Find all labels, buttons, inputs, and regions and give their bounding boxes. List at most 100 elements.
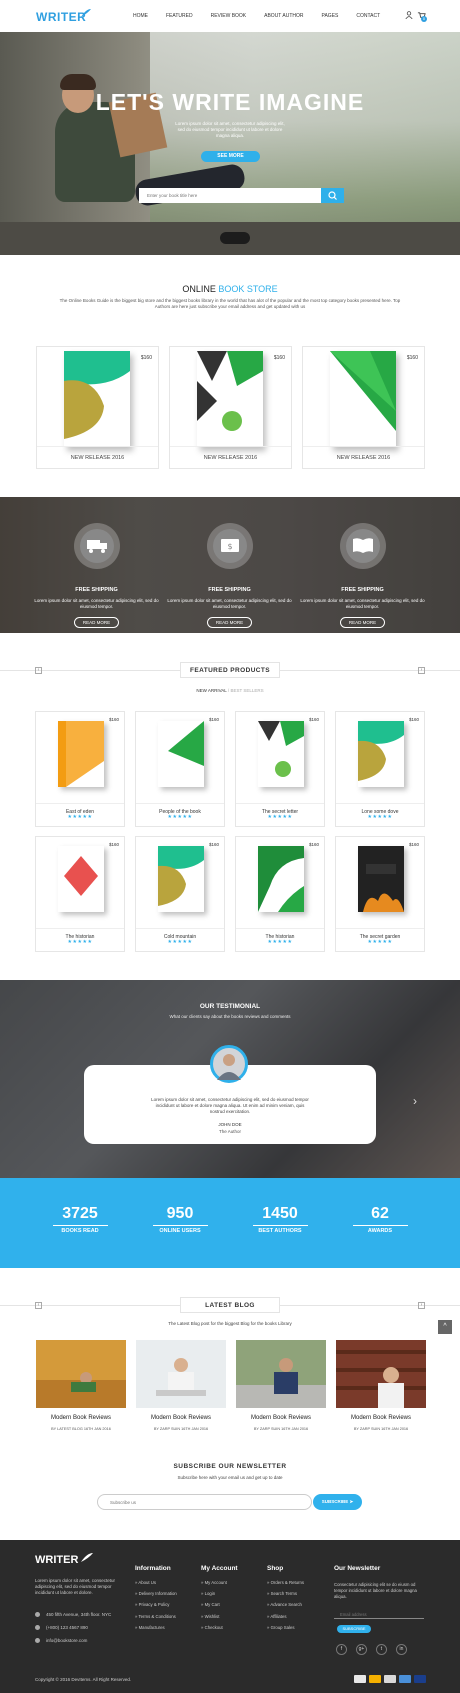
search-button[interactable] xyxy=(321,188,344,203)
product-card[interactable]: $160 The secret letter ★★★★★ xyxy=(235,711,325,827)
book-cover xyxy=(258,721,304,787)
footer-link[interactable]: » Orders & Returns xyxy=(267,1580,304,1585)
online-store-description: The Online Books Guide is the biggest bi… xyxy=(59,298,401,309)
read-more-button[interactable]: READ MORE xyxy=(73,617,120,628)
footer-link[interactable]: » Login xyxy=(201,1591,238,1596)
rating-stars: ★★★★★ xyxy=(67,814,93,820)
book-cover xyxy=(358,846,404,912)
linkedin-icon[interactable]: in xyxy=(396,1644,407,1655)
stat-item: 3725 BOOKS READ xyxy=(40,1205,120,1234)
blog-image xyxy=(236,1340,326,1408)
footer-link[interactable]: » My Cart xyxy=(201,1602,238,1607)
blog-title[interactable]: Modern Book Reviews xyxy=(136,1415,226,1421)
price: $160 xyxy=(408,717,419,722)
footer-link[interactable]: » Group Sales xyxy=(267,1625,304,1630)
footer-email: info@bookstore.com xyxy=(35,1638,87,1644)
next-arrow-icon[interactable]: › xyxy=(418,667,425,674)
product-card[interactable]: $160 Lone some dove ★★★★★ xyxy=(335,711,425,827)
footer-link[interactable]: » Privacy & Policy xyxy=(135,1602,177,1607)
product-card[interactable]: $160 East of eden ★★★★★ xyxy=(35,711,125,827)
footer-link[interactable]: » Checkout xyxy=(201,1625,238,1630)
tab-separator: / xyxy=(227,688,230,693)
product-card[interactable]: $160 The secret garden ★★★★★ xyxy=(335,836,425,952)
footer-link[interactable]: » Manufactures xyxy=(135,1625,177,1630)
user-icon[interactable] xyxy=(405,11,413,19)
stat-label: BEST AUTHORS xyxy=(258,1228,302,1234)
next-testimonial-icon[interactable]: › xyxy=(413,1094,417,1108)
site-logo[interactable]: WRITER xyxy=(36,10,86,24)
nav-featured[interactable]: FEATURED xyxy=(166,13,193,19)
blog-post[interactable]: Modern Book Reviews BY ZARP SUIN 16TH JA… xyxy=(336,1340,426,1431)
testimonial-subtitle: What our clients say about the books rev… xyxy=(169,1014,291,1019)
footer-link[interactable]: » Search Terms xyxy=(267,1591,304,1596)
product-card[interactable]: $160 People of the book ★★★★★ xyxy=(135,711,225,827)
subscribe-button[interactable]: SUBSCRIBE ➤ xyxy=(313,1494,362,1510)
prev-arrow-icon[interactable]: ‹ xyxy=(35,1302,42,1309)
price: $160 xyxy=(208,717,219,722)
nav-contact[interactable]: CONTACT xyxy=(356,13,380,19)
footer-link[interactable]: » Advance Search xyxy=(267,1602,304,1607)
rating-stars: ★★★★★ xyxy=(267,814,293,820)
blog-post[interactable]: Modern Book Reviews BY ZARP SUIN 16TH JA… xyxy=(136,1340,226,1431)
read-more-button[interactable]: READ MORE xyxy=(339,617,386,628)
blog-post[interactable]: Modern Book Reviews BY ZARP SUIN 16TH JA… xyxy=(236,1340,326,1431)
card-icon xyxy=(384,1675,396,1683)
blog-title[interactable]: Modern Book Reviews xyxy=(336,1415,426,1421)
blog-title[interactable]: Modern Book Reviews xyxy=(236,1415,326,1421)
phone-icon xyxy=(35,1625,40,1631)
tab-new-arrival[interactable]: NEW ARRIVAL xyxy=(196,688,226,693)
release-label: NEW RELEASE 2016 xyxy=(37,446,158,468)
footer-link[interactable]: » Terms & Conditions xyxy=(135,1614,177,1619)
footer-subscribe-button[interactable]: SUBSCRIBE xyxy=(337,1625,371,1633)
price: $160 xyxy=(208,842,219,847)
google-plus-icon[interactable]: g+ xyxy=(356,1644,367,1655)
product-card[interactable]: $160 The historian ★★★★★ xyxy=(35,836,125,952)
book-icon xyxy=(345,529,380,563)
footer-logo[interactable]: WRITER xyxy=(35,1554,78,1566)
footer-link[interactable]: » Affiliates xyxy=(267,1614,304,1619)
email-text[interactable]: info@bookstore.com xyxy=(46,1638,87,1643)
see-more-button[interactable]: SEE MORE xyxy=(201,151,260,162)
send-icon: ➤ xyxy=(349,1499,354,1504)
blog-meta: BY ZARP SUIN 16TH JAN 2016 xyxy=(153,1427,209,1431)
price: $160 xyxy=(108,717,119,722)
read-more-button[interactable]: READ MORE xyxy=(206,617,253,628)
testimonial-author: JOHN DOE xyxy=(218,1122,242,1127)
release-card[interactable]: $160 NEW RELEASE 2016 xyxy=(302,346,425,469)
nav-home[interactable]: HOME xyxy=(133,13,148,19)
release-card[interactable]: $160 NEW RELEASE 2016 xyxy=(36,346,159,469)
blog-title[interactable]: Modern Book Reviews xyxy=(36,1415,126,1421)
blog-image xyxy=(136,1340,226,1408)
product-card[interactable]: $160 Cold mountain ★★★★★ xyxy=(135,836,225,952)
nav-review-book[interactable]: REVIEW BOOK xyxy=(211,13,247,19)
back-to-top-icon[interactable]: ^ xyxy=(438,1320,452,1334)
price: $160 xyxy=(140,355,152,361)
footer-link[interactable]: » Delivery Information xyxy=(135,1591,177,1596)
footer-link[interactable]: » Wishlist xyxy=(201,1614,238,1619)
column-heading: Information xyxy=(135,1565,171,1572)
nav-about-author[interactable]: ABOUT AUTHOR xyxy=(264,13,303,19)
stat-number: 62 xyxy=(371,1205,389,1222)
twitter-icon[interactable]: t xyxy=(376,1644,387,1655)
tab-best-sellers[interactable]: BEST SELLERS xyxy=(230,688,263,693)
newsletter-subtitle: Subscribe here with your email us and ge… xyxy=(177,1475,283,1480)
facebook-icon[interactable]: f xyxy=(336,1644,347,1655)
nav-pages[interactable]: PAGES xyxy=(322,13,339,19)
search-input[interactable] xyxy=(141,188,316,203)
newsletter-email-input[interactable] xyxy=(97,1494,312,1510)
feature-desc: Lorem ipsum dolor sit amet, consectetur … xyxy=(300,598,425,609)
release-card[interactable]: $160 NEW RELEASE 2016 xyxy=(169,346,292,469)
footer-link[interactable]: » My Account xyxy=(201,1580,238,1585)
footer-email-input[interactable] xyxy=(334,1611,424,1619)
newsletter-title: SUBSCRIBE OUR NEWSLETTER xyxy=(173,1463,287,1470)
blog-post[interactable]: Modern Book Reviews BY LATEST BLOG 16TH … xyxy=(36,1340,126,1431)
money-icon: $ xyxy=(212,529,247,563)
next-arrow-icon[interactable]: › xyxy=(418,1302,425,1309)
rating-stars: ★★★★★ xyxy=(167,939,193,945)
stat-item: 1450 BEST AUTHORS xyxy=(240,1205,320,1234)
release-label: NEW RELEASE 2016 xyxy=(303,446,424,468)
prev-arrow-icon[interactable]: ‹ xyxy=(35,667,42,674)
footer-link[interactable]: » About Us xyxy=(135,1580,177,1585)
product-card[interactable]: $160 The historian ★★★★★ xyxy=(235,836,325,952)
online-store-title: ONLINE BOOK STORE xyxy=(0,284,460,294)
